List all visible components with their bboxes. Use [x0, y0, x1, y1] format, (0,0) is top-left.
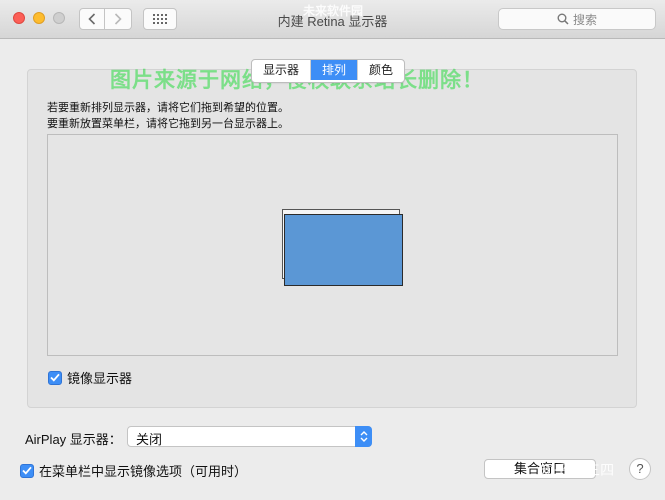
- search-placeholder: 搜索: [572, 12, 597, 27]
- arrangement-instruction-1: 若要重新排列显示器，请将它们拖到希望的位置。: [47, 102, 289, 114]
- airplay-selected-value: 关闭: [136, 432, 163, 447]
- system-preferences-window: 内建 Retina 显示器 搜索 未来软件园 显示器 排列 颜色 图片来源于网络…: [0, 0, 665, 500]
- mirror-displays-label: 镜像显示器: [67, 371, 133, 386]
- tab-bar: 显示器 排列 颜色: [251, 59, 406, 83]
- search-field[interactable]: 搜索: [498, 8, 656, 30]
- tab-arrangement[interactable]: 排列: [310, 60, 358, 80]
- help-button[interactable]: ?: [629, 458, 651, 480]
- airplay-label: AirPlay 显示器：: [25, 432, 122, 447]
- title-bar: 内建 Retina 显示器 搜索 未来软件园: [0, 0, 665, 39]
- tab-display[interactable]: 显示器: [252, 60, 310, 80]
- mirrored-display-front[interactable]: [284, 214, 403, 286]
- search-icon: [557, 13, 569, 25]
- show-mirroring-label: 在菜单栏中显示镜像选项（可用时）: [39, 464, 248, 479]
- tab-color[interactable]: 颜色: [357, 60, 404, 80]
- airplay-select[interactable]: 关闭: [127, 426, 372, 447]
- checkmark-icon: [20, 463, 34, 478]
- gather-windows-button[interactable]: 集合窗口: [484, 459, 596, 479]
- chevron-updown-icon: [355, 426, 372, 447]
- arrangement-instruction-2: 要重新放置菜单栏，请将它拖到另一台显示器上。: [47, 118, 289, 130]
- mirror-displays-checkbox[interactable]: 镜像显示器: [48, 368, 132, 387]
- checkmark-icon: [48, 370, 62, 385]
- show-mirroring-in-menubar-checkbox[interactable]: 在菜单栏中显示镜像选项（可用时）: [20, 461, 247, 480]
